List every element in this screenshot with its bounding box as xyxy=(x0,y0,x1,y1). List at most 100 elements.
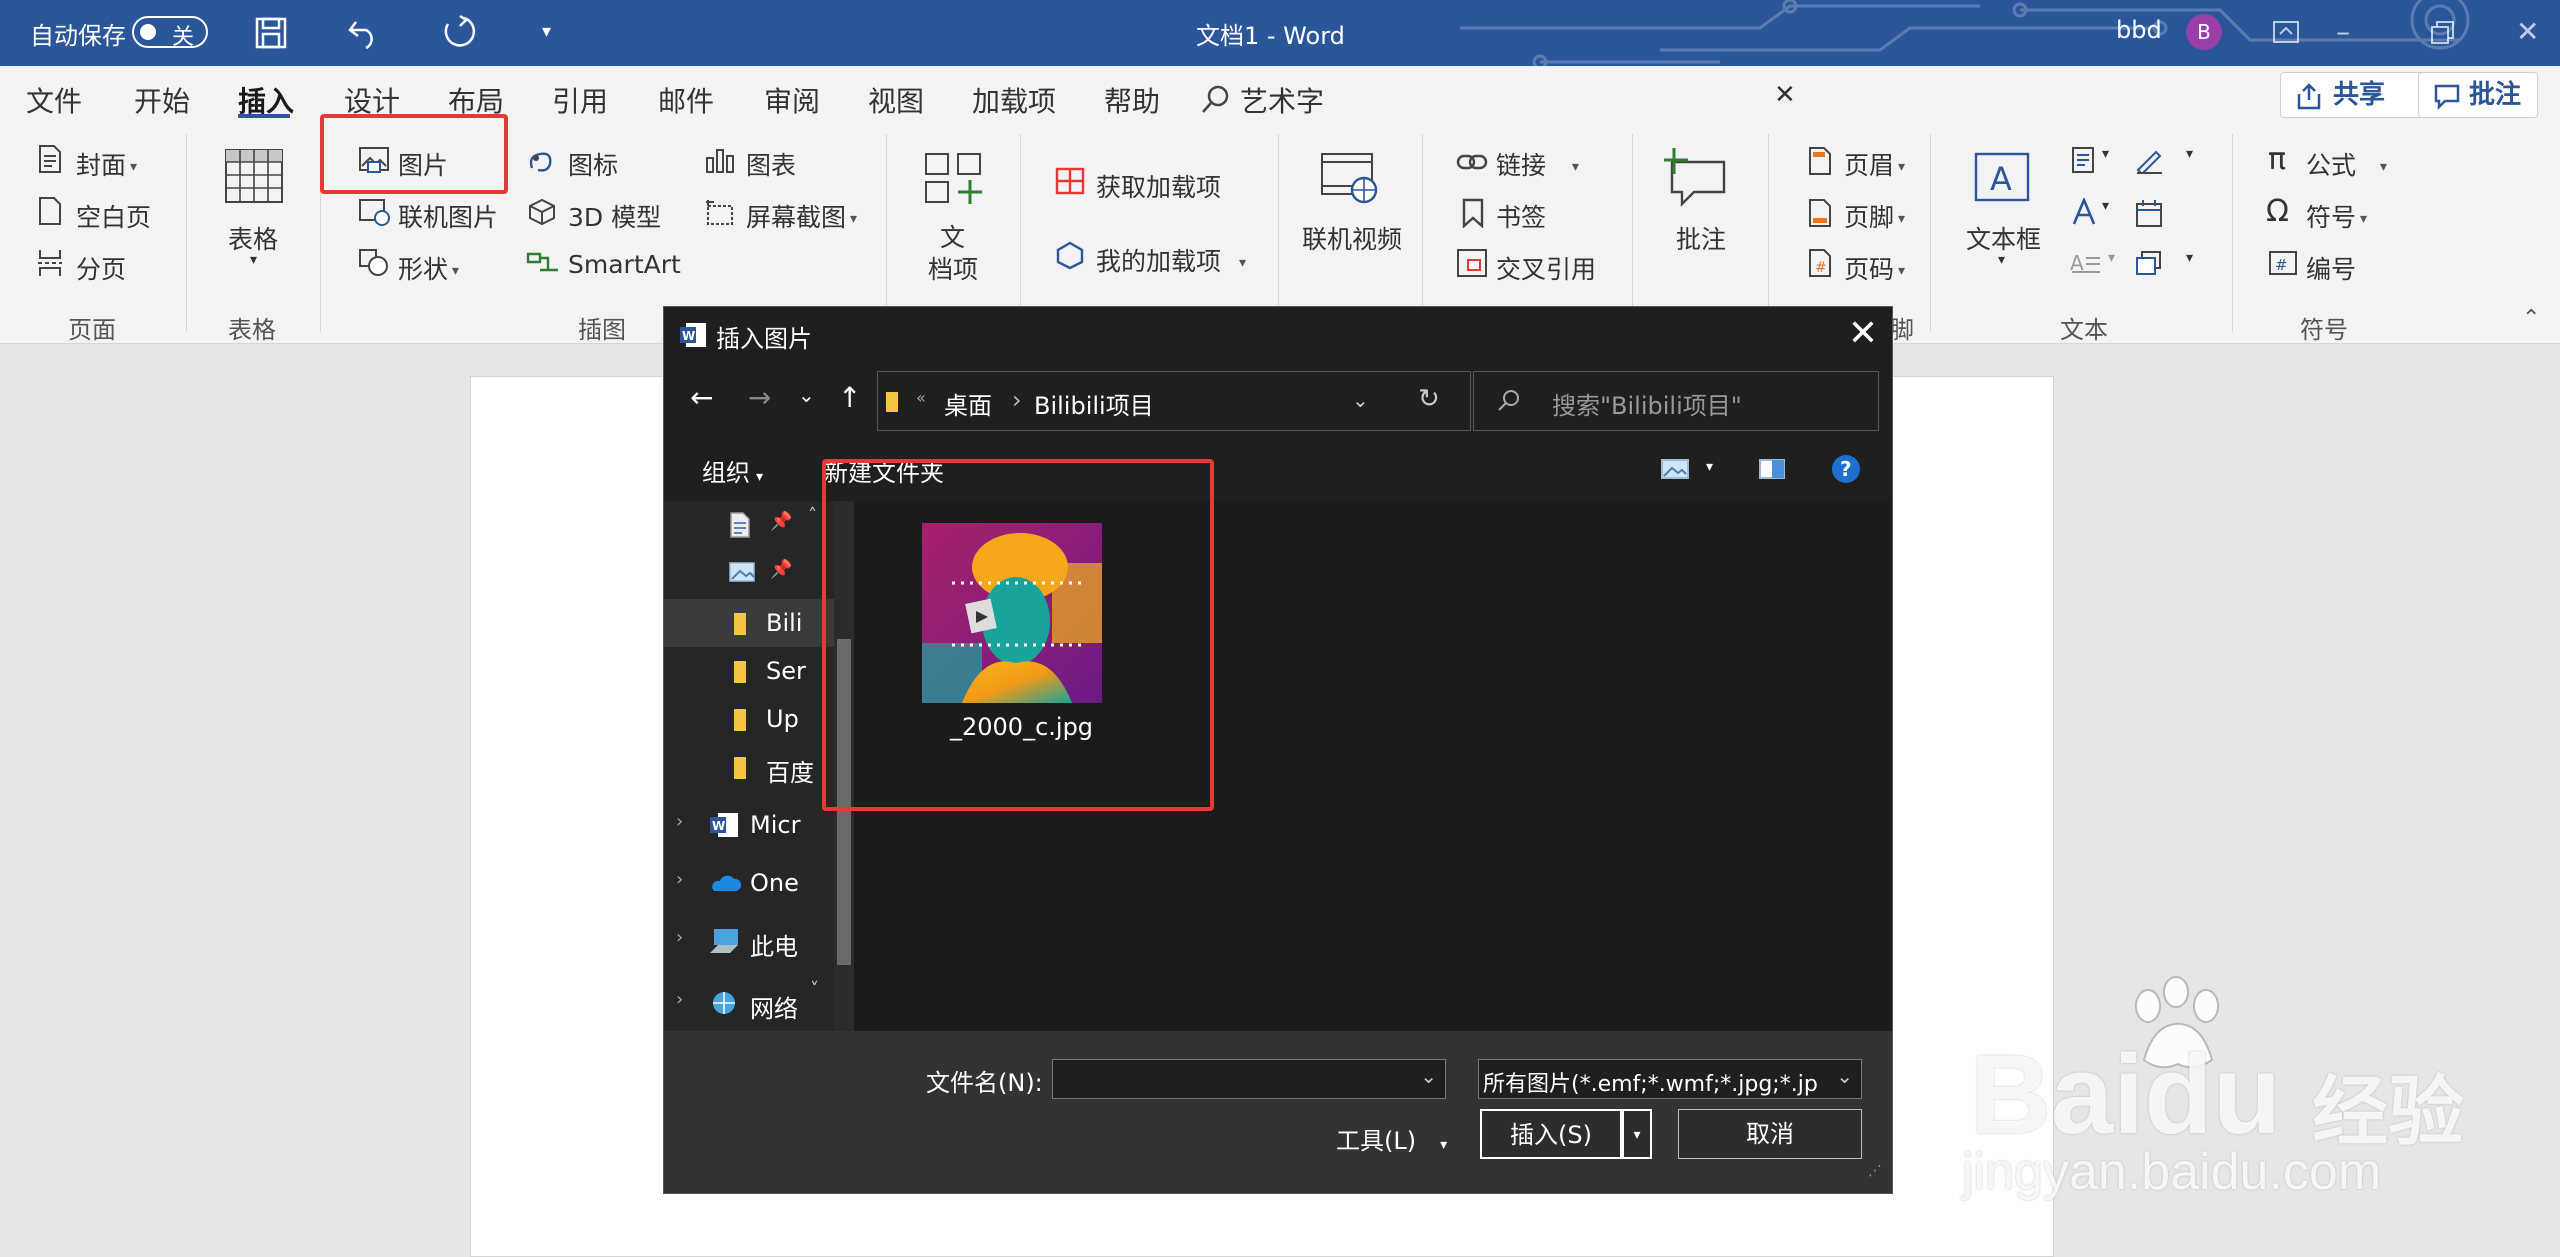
symbol-button[interactable]: 符号 ▾ xyxy=(2306,198,2367,234)
refresh-icon[interactable]: ↻ xyxy=(1418,384,1440,414)
quick-parts-dropdown-icon[interactable]: ▾ xyxy=(2102,146,2109,162)
document-item-label-2[interactable]: 档项 xyxy=(928,250,978,286)
undo-icon[interactable] xyxy=(346,14,382,50)
bookmark-button[interactable]: 书签 xyxy=(1496,198,1546,234)
screenshot-button[interactable]: 屏幕截图 ▾ xyxy=(746,198,857,234)
tab-addins[interactable]: 加载项 xyxy=(972,80,1056,120)
equation-button[interactable]: 公式 ▾ xyxy=(2306,146,2387,182)
organize-button[interactable]: 组织 ▾ xyxy=(702,453,763,488)
text-box-dropdown-icon[interactable]: ▾ xyxy=(1998,252,2005,268)
redo-icon[interactable] xyxy=(440,14,476,50)
collapse-ribbon-icon[interactable]: ⌃ xyxy=(2522,306,2540,331)
file-type-dropdown-icon[interactable]: ⌄ xyxy=(1836,1064,1853,1088)
customize-qat-icon[interactable]: ▾ xyxy=(542,14,551,50)
avatar[interactable]: B xyxy=(2186,14,2222,50)
nav-item-ser[interactable]: Ser xyxy=(664,647,834,695)
preview-pane-icon[interactable] xyxy=(1758,457,1786,481)
filename-input[interactable]: ⌄ xyxy=(1052,1059,1446,1099)
expand-chevron-icon[interactable]: › xyxy=(676,927,683,948)
forward-arrow-icon[interactable]: → xyxy=(748,381,771,414)
close-icon[interactable]: ✕ xyxy=(2516,14,2539,50)
tab-home[interactable]: 开始 xyxy=(134,80,190,120)
restore-icon[interactable] xyxy=(2430,20,2456,46)
expand-chevron-icon[interactable]: › xyxy=(676,869,683,890)
nav-item-onedrive[interactable]: › One xyxy=(664,859,834,907)
organize-label: 组织 xyxy=(702,459,750,487)
footer-button[interactable]: 页脚 ▾ xyxy=(1844,198,1905,234)
wordart-dropdown-icon[interactable]: ▾ xyxy=(2102,198,2109,214)
table-button[interactable]: 表格 xyxy=(228,220,278,256)
autosave-toggle[interactable]: 关 xyxy=(132,16,208,50)
insert-dropdown-icon[interactable]: ▾ xyxy=(1622,1109,1652,1159)
address-bar[interactable]: « 桌面 › Bilibili项目 ⌄ ↻ xyxy=(877,371,1471,431)
my-addins-button[interactable]: 我的加载项 ▾ xyxy=(1096,242,1246,278)
address-dropdown-icon[interactable]: ⌄ xyxy=(1352,388,1369,412)
recent-locations-icon[interactable]: ⌄ xyxy=(798,383,815,407)
online-picture-button[interactable]: 联机图片 xyxy=(398,198,498,234)
view-dropdown-icon[interactable]: ▾ xyxy=(1706,459,1713,475)
nav-item-microsoft-word[interactable]: › W Micr xyxy=(664,801,834,849)
back-arrow-icon[interactable]: ← xyxy=(690,381,713,414)
nav-item-up[interactable]: Up xyxy=(664,695,834,743)
nav-item-baidu[interactable]: 百度 xyxy=(664,743,834,791)
blank-page-button[interactable]: 空白页 xyxy=(76,198,151,234)
nav-item-network[interactable]: › 网络 ˅ xyxy=(664,979,834,1031)
3d-model-button[interactable]: 3D 模型 xyxy=(568,198,661,234)
icons-button[interactable]: 图标 xyxy=(568,146,618,182)
number-button[interactable]: 编号 xyxy=(2306,250,2356,286)
object-dropdown-icon[interactable]: ▾ xyxy=(2186,250,2193,266)
text-box-button[interactable]: 文本框 xyxy=(1966,220,2041,256)
dialog-close-icon[interactable]: ✕ xyxy=(1848,309,1878,359)
online-video-button[interactable]: 联机视频 xyxy=(1302,220,1402,256)
breadcrumb-desktop[interactable]: 桌面 xyxy=(944,386,992,421)
tab-file[interactable]: 文件 xyxy=(26,80,82,120)
pin-icon[interactable]: 📌 xyxy=(770,559,792,580)
nav-item-this-pc[interactable]: › 此电 xyxy=(664,917,834,965)
tab-help[interactable]: 帮助 xyxy=(1104,80,1160,120)
tab-mailings[interactable]: 邮件 xyxy=(658,80,714,120)
help-icon[interactable]: ? xyxy=(1830,453,1862,485)
file-type-select[interactable]: 所有图片(*.emf;*.wmf;*.jpg;*.jp ⌄ xyxy=(1478,1059,1862,1099)
table-dropdown-icon[interactable]: ▾ xyxy=(250,252,257,268)
tab-references[interactable]: 引用 xyxy=(552,80,608,120)
header-button[interactable]: 页眉 ▾ xyxy=(1844,146,1905,182)
resize-grip-icon[interactable]: ⋰ xyxy=(1868,1163,1882,1179)
expand-chevron-icon[interactable]: › xyxy=(676,989,683,1010)
insert-button[interactable]: 插入(S) xyxy=(1480,1109,1622,1159)
tab-wordart[interactable]: 艺术字 xyxy=(1240,80,1324,120)
comments-button[interactable]: 批注 xyxy=(2418,72,2538,118)
search-box[interactable]: 搜索"Bilibili项目" xyxy=(1473,371,1879,431)
link-button[interactable]: 链接 ▾ xyxy=(1496,146,1579,182)
change-view-icon[interactable] xyxy=(1660,457,1690,481)
close-contextual-icon[interactable]: ✕ xyxy=(1774,80,1796,110)
nav-scroll-up-icon[interactable]: ˄ xyxy=(808,505,817,526)
save-icon[interactable] xyxy=(254,16,288,50)
pin-icon[interactable]: 📌 xyxy=(770,511,792,532)
ribbon-display-icon[interactable] xyxy=(2272,20,2300,44)
signature-dropdown-icon[interactable]: ▾ xyxy=(2186,146,2193,162)
nav-scroll-down-icon[interactable]: ˅ xyxy=(810,979,819,1000)
filename-dropdown-icon[interactable]: ⌄ xyxy=(1420,1064,1437,1088)
nav-item-bilibili[interactable]: Bili xyxy=(664,599,834,647)
tab-review[interactable]: 审阅 xyxy=(764,80,820,120)
chart-button[interactable]: 图表 xyxy=(746,146,796,182)
drop-cap-dropdown-icon[interactable]: ▾ xyxy=(2108,250,2115,266)
tools-button[interactable]: 工具(L) ▾ xyxy=(1336,1121,1447,1156)
smartart-button[interactable]: SmartArt xyxy=(568,250,681,279)
breadcrumb-folder[interactable]: Bilibili项目 xyxy=(1034,386,1154,421)
document-item-label-1[interactable]: 文 xyxy=(940,218,965,254)
cancel-button[interactable]: 取消 xyxy=(1678,1109,1862,1159)
page-break-button[interactable]: 分页 xyxy=(76,250,126,286)
up-arrow-icon[interactable]: ↑ xyxy=(838,381,861,414)
cross-reference-button[interactable]: 交叉引用 xyxy=(1496,250,1596,286)
tab-view[interactable]: 视图 xyxy=(868,80,924,120)
expand-chevron-icon[interactable]: › xyxy=(676,811,683,832)
shapes-button[interactable]: 形状 ▾ xyxy=(398,250,459,286)
breadcrumb-overflow-icon[interactable]: « xyxy=(916,388,926,407)
page-number-button[interactable]: 页码 ▾ xyxy=(1844,250,1905,286)
cover-page-button[interactable]: 封面 ▾ xyxy=(76,146,137,182)
minimize-icon[interactable]: – xyxy=(2336,14,2350,50)
user-name[interactable]: bbd xyxy=(2116,16,2162,44)
get-addins-button[interactable]: 获取加载项 xyxy=(1096,168,1221,204)
new-comment-button[interactable]: 批注 xyxy=(1676,220,1726,256)
